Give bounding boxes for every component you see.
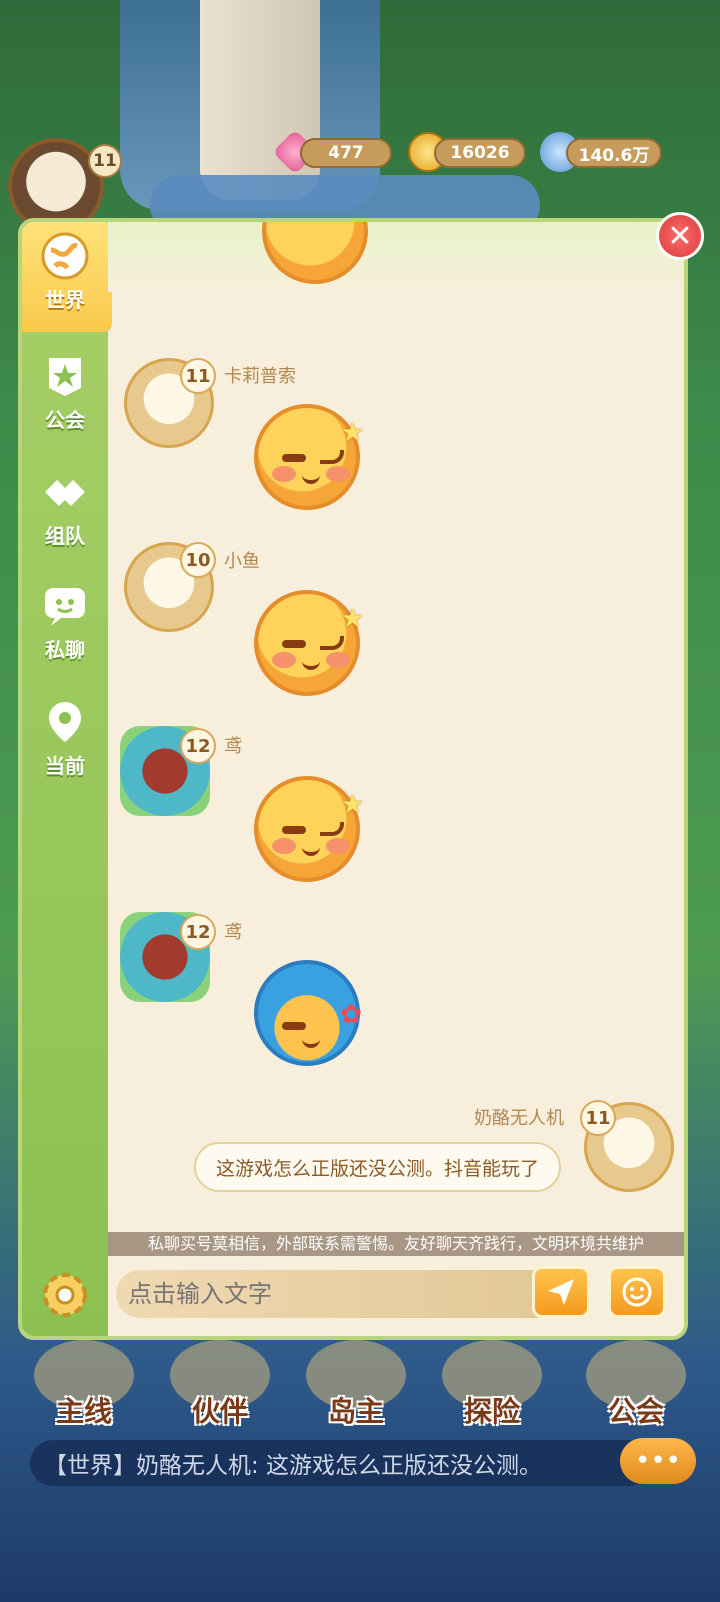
nav-label: 岛主 (327, 1395, 384, 1428)
nav-label: 伙伴 (191, 1395, 248, 1428)
tab-label: 世界 (45, 287, 85, 312)
nav-label: 公会 (607, 1395, 664, 1428)
level-badge: 12 (180, 728, 216, 764)
nav-label: 主线 (55, 1395, 112, 1428)
chat-message-list[interactable]: 11 卡莉普索 ★ 10 小鱼 ★ 12 鸢 ★ 12 鸢 ✿ 11 奶酪无人机… (108, 222, 684, 1238)
close-button[interactable]: ✕ (656, 212, 704, 260)
send-button[interactable] (532, 1266, 590, 1318)
gems-counter[interactable]: 477 (300, 138, 392, 168)
player-level-badge: 11 (88, 144, 122, 178)
chat-panel: 世界 公会 组队 私聊 当前 11 卡莉普索 ★ 10 小鱼 ★ 12 鸢 ★ … (18, 218, 688, 1340)
tab-guild[interactable]: 公会 (22, 342, 108, 442)
tab-label: 公会 (45, 407, 85, 432)
close-icon: ✕ (667, 218, 693, 254)
chat-dots-icon: ••• (634, 1446, 681, 1476)
globe-icon (41, 232, 89, 280)
tab-label: 当前 (45, 753, 85, 778)
wink-sticker: ★ (254, 590, 364, 696)
tab-current[interactable]: 当前 (22, 688, 108, 788)
background-tower-wall (200, 0, 320, 200)
nav-explore[interactable]: 探险 (432, 1340, 552, 1430)
chat-sidebar: 世界 公会 组队 私聊 当前 (22, 222, 112, 1336)
location-pin-icon (41, 698, 89, 746)
nav-partners[interactable]: 伙伴 (160, 1340, 280, 1430)
tab-team[interactable]: 组队 (22, 458, 108, 558)
username[interactable]: 鸢 (224, 918, 242, 944)
chat-input[interactable] (116, 1270, 576, 1318)
power-counter[interactable]: 140.6万 (566, 138, 662, 168)
tab-world[interactable]: 世界 (22, 222, 108, 322)
level-badge: 11 (580, 1100, 616, 1136)
level-badge: 11 (180, 358, 216, 394)
open-chat-button[interactable]: ••• (620, 1438, 696, 1484)
settings-gear-icon[interactable] (38, 1268, 92, 1322)
chat-header-banner (108, 222, 684, 292)
send-icon (548, 1279, 574, 1305)
level-badge: 10 (180, 542, 216, 578)
input-row (108, 1256, 684, 1336)
nav-label: 探险 (463, 1395, 520, 1428)
tab-private[interactable]: 私聊 (22, 572, 108, 672)
blue-hair-sticker: ✿ (254, 960, 362, 1066)
wink-sticker: ★ (254, 776, 364, 882)
chat-ticker[interactable]: 【世界】奶酪无人机: 这游戏怎么正版还没公测。 (30, 1440, 650, 1486)
chat-bubble-icon (41, 582, 89, 630)
coins-counter[interactable]: 16026 (434, 138, 526, 168)
wink-sticker: ★ (254, 404, 364, 510)
tab-label: 组队 (45, 523, 85, 548)
my-username: 奶酪无人机 (474, 1108, 564, 1129)
username[interactable]: 鸢 (224, 732, 242, 758)
level-badge: 12 (180, 914, 216, 950)
nav-main-quest[interactable]: 主线 (24, 1340, 144, 1430)
nav-island-owner[interactable]: 岛主 (296, 1340, 416, 1430)
smiley-icon (622, 1277, 652, 1307)
handshake-icon (41, 468, 89, 516)
safety-notice: 私聊买号莫相信，外部联系需警惕。友好聊天齐践行，文明环境共维护 (108, 1232, 684, 1256)
emoji-button[interactable] (608, 1266, 666, 1318)
tab-label: 私聊 (45, 637, 85, 662)
guild-badge-icon (41, 352, 89, 400)
username[interactable]: 卡莉普索 (224, 362, 296, 388)
my-message-bubble[interactable]: 这游戏怎么正版还没公测。抖音能玩了 (194, 1142, 562, 1192)
nav-guild[interactable]: 公会 (576, 1340, 696, 1430)
username[interactable]: 小鱼 (224, 547, 260, 573)
